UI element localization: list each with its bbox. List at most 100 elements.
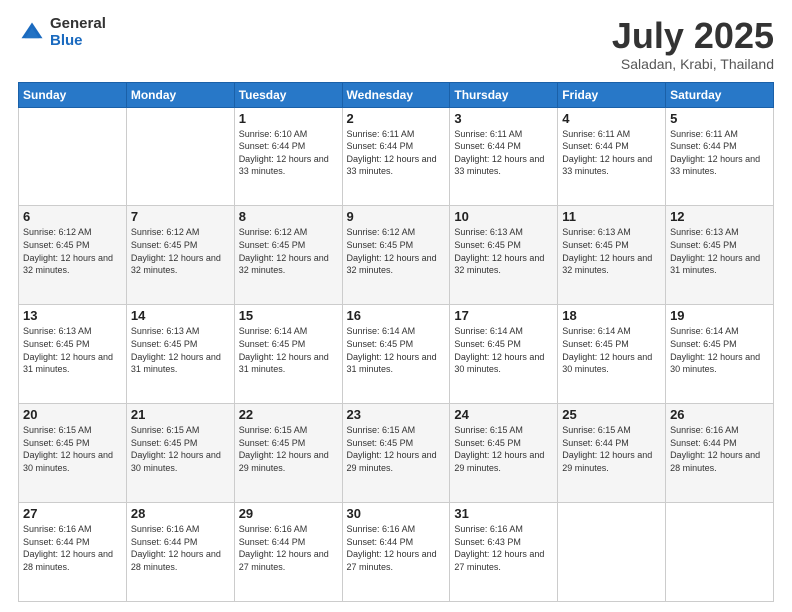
cell-details: Sunrise: 6:15 AMSunset: 6:45 PMDaylight:… (239, 424, 338, 474)
calendar-header-row: SundayMondayTuesdayWednesdayThursdayFrid… (19, 82, 774, 107)
day-number: 29 (239, 506, 338, 521)
cell-details: Sunrise: 6:11 AMSunset: 6:44 PMDaylight:… (347, 128, 446, 178)
cell-details: Sunrise: 6:14 AMSunset: 6:45 PMDaylight:… (670, 325, 769, 375)
cell-details: Sunrise: 6:12 AMSunset: 6:45 PMDaylight:… (23, 226, 122, 276)
title-section: July 2025 Saladan, Krabi, Thailand (612, 16, 774, 72)
day-number: 4 (562, 111, 661, 126)
cell-details: Sunrise: 6:15 AMSunset: 6:45 PMDaylight:… (131, 424, 230, 474)
calendar-week-3: 13 Sunrise: 6:13 AMSunset: 6:45 PMDayligh… (19, 305, 774, 404)
day-number: 19 (670, 308, 769, 323)
day-number: 31 (454, 506, 553, 521)
cell-details: Sunrise: 6:11 AMSunset: 6:44 PMDaylight:… (562, 128, 661, 178)
day-number: 5 (670, 111, 769, 126)
day-of-week-tuesday: Tuesday (234, 82, 342, 107)
cell-details: Sunrise: 6:14 AMSunset: 6:45 PMDaylight:… (562, 325, 661, 375)
calendar-cell: 3Sunrise: 6:11 AMSunset: 6:44 PMDaylight… (450, 107, 558, 206)
day-number: 26 (670, 407, 769, 422)
day-number: 20 (23, 407, 122, 422)
cell-details: Sunrise: 6:16 AMSunset: 6:44 PMDaylight:… (131, 523, 230, 573)
day-number: 17 (454, 308, 553, 323)
cell-details: Sunrise: 6:15 AMSunset: 6:45 PMDaylight:… (23, 424, 122, 474)
calendar-week-1: 1Sunrise: 6:10 AMSunset: 6:44 PMDaylight… (19, 107, 774, 206)
header: General Blue July 2025 Saladan, Krabi, T… (18, 16, 774, 72)
cell-details: Sunrise: 6:13 AMSunset: 6:45 PMDaylight:… (454, 226, 553, 276)
calendar-cell: 9Sunrise: 6:12 AMSunset: 6:45 PMDaylight… (342, 206, 450, 305)
day-number: 14 (131, 308, 230, 323)
day-number: 7 (131, 209, 230, 224)
cell-details: Sunrise: 6:15 AMSunset: 6:45 PMDaylight:… (347, 424, 446, 474)
calendar-week-2: 6 Sunrise: 6:12 AMSunset: 6:45 PMDaylight… (19, 206, 774, 305)
day-number: 23 (347, 407, 446, 422)
cell-details: Sunrise: 6:16 AMSunset: 6:44 PMDaylight:… (23, 523, 122, 573)
calendar-cell: 12 Sunrise: 6:13 AMSunset: 6:45 PMDayligh… (666, 206, 774, 305)
logo-general-text: General (50, 16, 106, 33)
calendar-cell: 4 Sunrise: 6:11 AMSunset: 6:44 PMDaylight… (558, 107, 666, 206)
calendar-cell: 14 Sunrise: 6:13 AMSunset: 6:45 PMDayligh… (126, 305, 234, 404)
calendar-week-4: 20 Sunrise: 6:15 AMSunset: 6:45 PMDayligh… (19, 404, 774, 503)
day-number: 13 (23, 308, 122, 323)
calendar-cell: 17 Sunrise: 6:14 AMSunset: 6:45 PMDayligh… (450, 305, 558, 404)
calendar-cell: 26 Sunrise: 6:16 AMSunset: 6:44 PMDayligh… (666, 404, 774, 503)
logo: General Blue (18, 16, 106, 49)
cell-details: Sunrise: 6:14 AMSunset: 6:45 PMDaylight:… (347, 325, 446, 375)
calendar-cell: 20 Sunrise: 6:15 AMSunset: 6:45 PMDayligh… (19, 404, 127, 503)
calendar-cell: 21 Sunrise: 6:15 AMSunset: 6:45 PMDayligh… (126, 404, 234, 503)
location-subtitle: Saladan, Krabi, Thailand (612, 56, 774, 72)
calendar-cell: 25 Sunrise: 6:15 AMSunset: 6:44 PMDayligh… (558, 404, 666, 503)
calendar-cell (666, 503, 774, 602)
day-number: 25 (562, 407, 661, 422)
calendar-cell: 1Sunrise: 6:10 AMSunset: 6:44 PMDaylight… (234, 107, 342, 206)
day-of-week-friday: Friday (558, 82, 666, 107)
cell-details: Sunrise: 6:13 AMSunset: 6:45 PMDaylight:… (562, 226, 661, 276)
month-title: July 2025 (612, 16, 774, 56)
calendar-cell: 7 Sunrise: 6:12 AMSunset: 6:45 PMDaylight… (126, 206, 234, 305)
cell-details: Sunrise: 6:16 AMSunset: 6:43 PMDaylight:… (454, 523, 553, 573)
cell-details: Sunrise: 6:14 AMSunset: 6:45 PMDaylight:… (454, 325, 553, 375)
day-of-week-sunday: Sunday (19, 82, 127, 107)
day-number: 18 (562, 308, 661, 323)
cell-details: Sunrise: 6:13 AMSunset: 6:45 PMDaylight:… (131, 325, 230, 375)
cell-details: Sunrise: 6:12 AMSunset: 6:45 PMDaylight:… (131, 226, 230, 276)
day-of-week-wednesday: Wednesday (342, 82, 450, 107)
cell-details: Sunrise: 6:12 AMSunset: 6:45 PMDaylight:… (239, 226, 338, 276)
cell-details: Sunrise: 6:15 AMSunset: 6:44 PMDaylight:… (562, 424, 661, 474)
calendar-cell: 28 Sunrise: 6:16 AMSunset: 6:44 PMDayligh… (126, 503, 234, 602)
calendar-week-5: 27 Sunrise: 6:16 AMSunset: 6:44 PMDayligh… (19, 503, 774, 602)
cell-details: Sunrise: 6:11 AMSunset: 6:44 PMDaylight:… (670, 128, 769, 178)
day-number: 11 (562, 209, 661, 224)
calendar-cell: 29Sunrise: 6:16 AMSunset: 6:44 PMDayligh… (234, 503, 342, 602)
cell-details: Sunrise: 6:12 AMSunset: 6:45 PMDaylight:… (347, 226, 446, 276)
calendar-cell: 22Sunrise: 6:15 AMSunset: 6:45 PMDayligh… (234, 404, 342, 503)
day-number: 24 (454, 407, 553, 422)
calendar-cell: 8 Sunrise: 6:12 AMSunset: 6:45 PMDaylight… (234, 206, 342, 305)
day-number: 15 (239, 308, 338, 323)
logo-text: General Blue (50, 16, 106, 49)
calendar-cell: 15Sunrise: 6:14 AMSunset: 6:45 PMDayligh… (234, 305, 342, 404)
cell-details: Sunrise: 6:13 AMSunset: 6:45 PMDaylight:… (670, 226, 769, 276)
day-number: 27 (23, 506, 122, 521)
day-number: 28 (131, 506, 230, 521)
calendar-cell: 27 Sunrise: 6:16 AMSunset: 6:44 PMDayligh… (19, 503, 127, 602)
calendar-cell: 2 Sunrise: 6:11 AMSunset: 6:44 PMDaylight… (342, 107, 450, 206)
calendar-cell: 16 Sunrise: 6:14 AMSunset: 6:45 PMDayligh… (342, 305, 450, 404)
day-number: 2 (347, 111, 446, 126)
calendar-cell: 10 Sunrise: 6:13 AMSunset: 6:45 PMDayligh… (450, 206, 558, 305)
day-number: 12 (670, 209, 769, 224)
day-number: 30 (347, 506, 446, 521)
cell-details: Sunrise: 6:16 AMSunset: 6:44 PMDaylight:… (347, 523, 446, 573)
page: General Blue July 2025 Saladan, Krabi, T… (0, 0, 792, 612)
cell-details: Sunrise: 6:15 AMSunset: 6:45 PMDaylight:… (454, 424, 553, 474)
calendar-cell (558, 503, 666, 602)
day-number: 21 (131, 407, 230, 422)
calendar-cell: 30 Sunrise: 6:16 AMSunset: 6:44 PMDayligh… (342, 503, 450, 602)
day-number: 8 (239, 209, 338, 224)
day-of-week-saturday: Saturday (666, 82, 774, 107)
cell-details: Sunrise: 6:10 AMSunset: 6:44 PMDaylight:… (239, 128, 338, 178)
day-number: 6 (23, 209, 122, 224)
cell-details: Sunrise: 6:13 AMSunset: 6:45 PMDaylight:… (23, 325, 122, 375)
calendar-cell (126, 107, 234, 206)
cell-details: Sunrise: 6:16 AMSunset: 6:44 PMDaylight:… (670, 424, 769, 474)
day-number: 10 (454, 209, 553, 224)
day-number: 3 (454, 111, 553, 126)
day-number: 16 (347, 308, 446, 323)
